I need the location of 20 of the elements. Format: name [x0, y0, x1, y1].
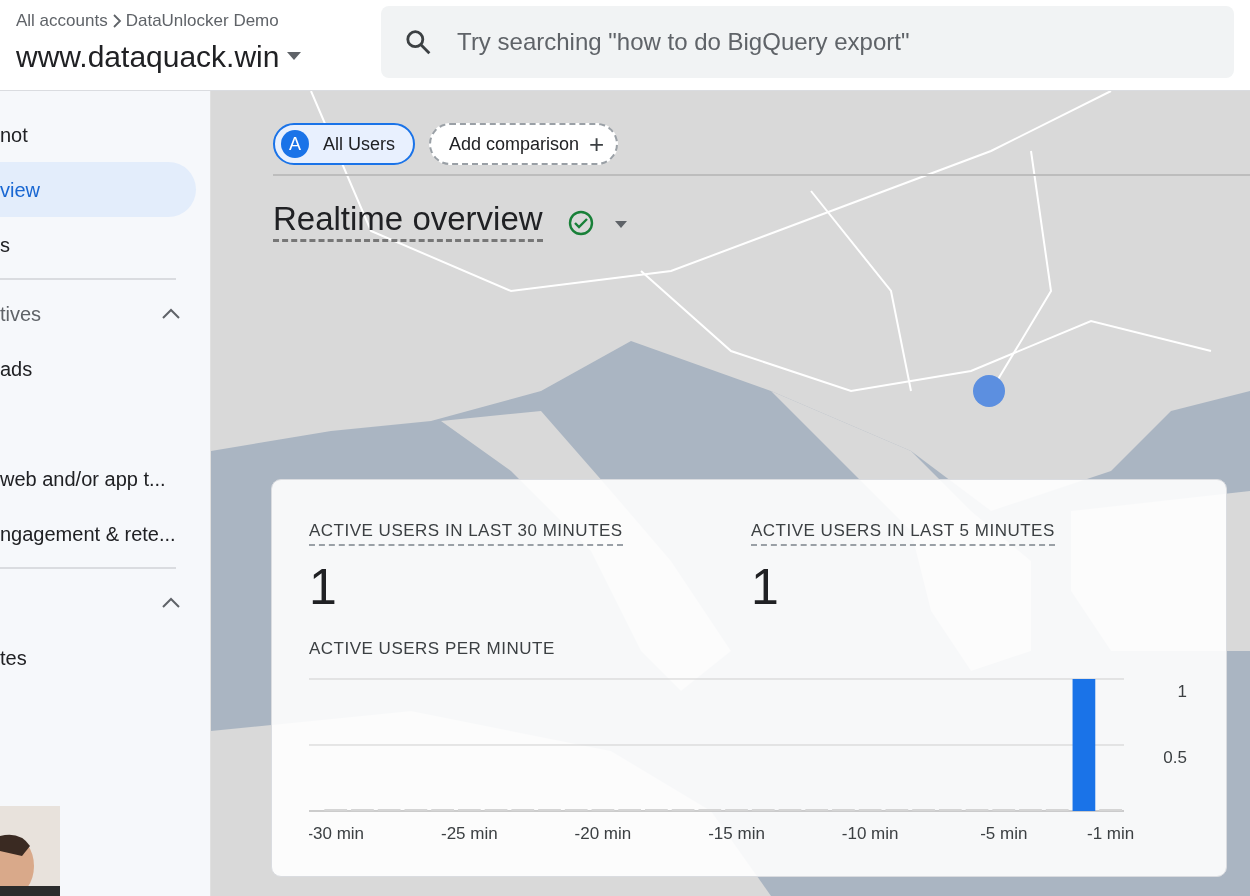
axis-label: -25 min	[441, 824, 498, 839]
axis-label: -5 min	[980, 824, 1028, 839]
metric-value: 1	[751, 561, 779, 612]
metric-label: ACTIVE USERS IN LAST 30 MINUTES	[309, 518, 623, 546]
axis-label: -20 min	[574, 824, 632, 839]
axis-label: -10 min	[841, 824, 899, 839]
metric-label: ACTIVE USERS IN LAST 5 MINUTES	[751, 518, 1055, 546]
metric-value: 1	[309, 561, 337, 612]
plus-icon: +	[589, 131, 605, 157]
segment-label: All Users	[323, 132, 395, 156]
section-header: tives	[0, 301, 42, 327]
page-title: Realtime overview	[273, 199, 543, 242]
axis-label: -1 min	[1087, 824, 1135, 839]
axis-label: -30 min	[309, 824, 365, 839]
axis-label: 0.5	[1163, 748, 1187, 767]
axis-label: 1	[1177, 682, 1187, 701]
axis-label: -15 min	[708, 824, 765, 839]
button-label: Add comparison	[449, 132, 580, 156]
chart-title: ACTIVE USERS PER MINUTE	[309, 637, 556, 660]
avatar: A	[281, 130, 309, 158]
